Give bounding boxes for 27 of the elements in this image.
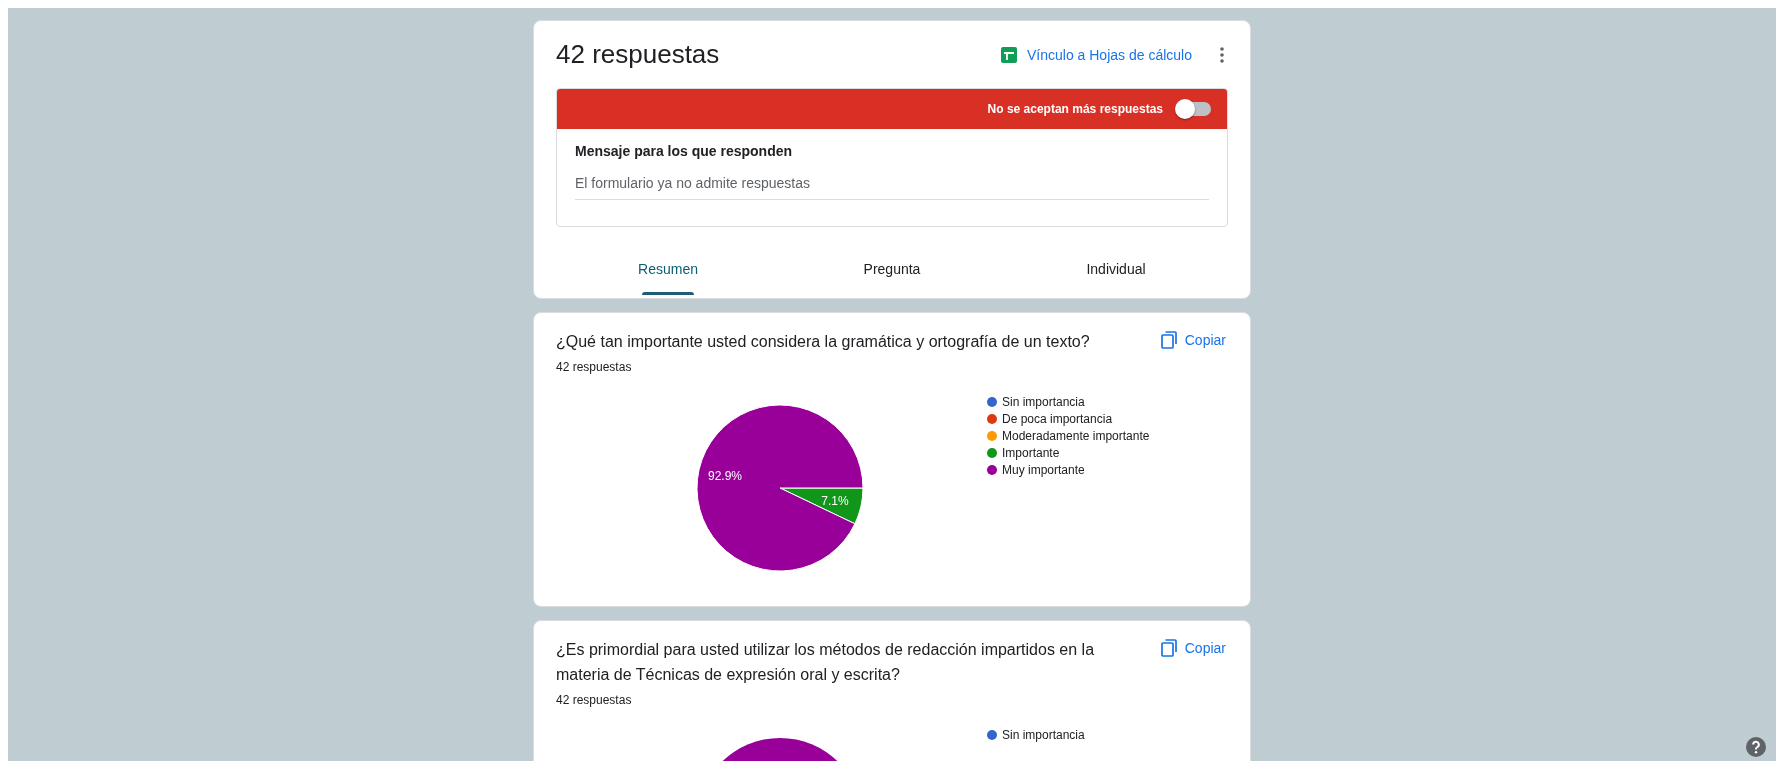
help-icon[interactable] — [1746, 737, 1766, 757]
legend-label: Muy importante — [1002, 463, 1085, 477]
message-label: Mensaje para los que responden — [575, 143, 793, 159]
tab[interactable]: Individual — [1004, 253, 1228, 298]
more-options-icon[interactable] — [1220, 46, 1224, 63]
response-count-title: 42 respuestas — [556, 39, 721, 70]
slice-percentage: 92.9% — [708, 468, 742, 483]
sheets-link[interactable]: Vínculo a Hojas de cálculo — [1001, 46, 1192, 63]
banner-label: No se aceptan más respuestas — [987, 102, 1163, 116]
tab[interactable]: Resumen — [556, 253, 780, 298]
legend-label: De poca importancia — [1002, 412, 1113, 426]
legend-label: Sin importancia — [1002, 728, 1085, 742]
slice-percentage: 7.1% — [821, 493, 849, 508]
question-title: ¿Es primordial para usted utilizar los métodos de redacción impartidos en la materia de Técnicas de expresión oral y escrita? — [556, 640, 1096, 685]
copy-icon — [1160, 639, 1177, 657]
legend-label: Moderadamente importante — [1002, 429, 1150, 443]
question-title: ¿Qué tan importante usted considera la gramática y ortografía de un texto? — [556, 332, 1091, 352]
response-count: 42 respuestas — [556, 360, 632, 374]
copy-button[interactable]: Copiar — [1160, 331, 1226, 349]
response-count: 42 respuestas — [556, 693, 632, 707]
legend-label: Sin importancia — [1002, 395, 1085, 409]
tab[interactable]: Pregunta — [780, 253, 1004, 298]
copy-icon — [1160, 331, 1177, 349]
accepting-responses-toggle[interactable] — [1177, 102, 1211, 116]
spreadsheet-icon — [1001, 46, 1017, 63]
legend-label: Importante — [1002, 446, 1060, 460]
copy-button[interactable]: Copiar — [1160, 639, 1226, 657]
